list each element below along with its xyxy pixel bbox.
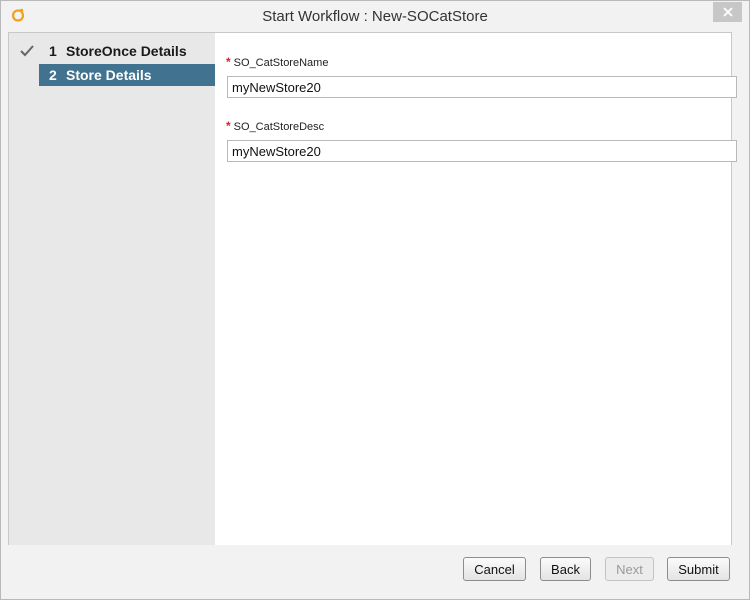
title-bar: Start Workflow : New-SOCatStore <box>1 1 749 31</box>
checkmark-icon <box>20 44 34 57</box>
step-storeonce-details[interactable]: 1 StoreOnce Details <box>9 40 215 62</box>
catstorename-input[interactable] <box>227 76 737 98</box>
field-label-text: SO_CatStoreDesc <box>233 121 325 133</box>
back-button[interactable]: Back <box>540 557 591 581</box>
catstoredesc-input[interactable] <box>227 140 737 162</box>
button-bar: Cancel Back Next Submit <box>1 545 749 599</box>
field-label-text: SO_CatStoreName <box>233 57 329 69</box>
next-button[interactable]: Next <box>605 557 654 581</box>
required-icon: * <box>226 55 231 69</box>
submit-button[interactable]: Submit <box>667 557 730 581</box>
close-icon <box>722 5 733 20</box>
cancel-button[interactable]: Cancel <box>463 557 526 581</box>
close-button[interactable] <box>713 2 742 22</box>
step-label: StoreOnce Details <box>66 43 187 59</box>
window-title: Start Workflow : New-SOCatStore <box>262 8 488 25</box>
step-store-details[interactable]: 2 Store Details <box>39 64 215 86</box>
workflow-dialog: Start Workflow : New-SOCatStore 1 StoreO… <box>0 0 750 600</box>
catstoredesc-label: * SO_CatStoreDesc <box>226 119 324 133</box>
step-number: 1 <box>49 43 57 59</box>
steps-sidebar: 1 StoreOnce Details 2 Store Details <box>9 33 215 545</box>
dialog-content: 1 StoreOnce Details 2 Store Details * SO_… <box>8 32 737 546</box>
step-number: 2 <box>49 67 57 83</box>
step-label: Store Details <box>66 67 152 83</box>
catstorename-label: * SO_CatStoreName <box>226 55 328 69</box>
required-icon: * <box>226 119 231 133</box>
